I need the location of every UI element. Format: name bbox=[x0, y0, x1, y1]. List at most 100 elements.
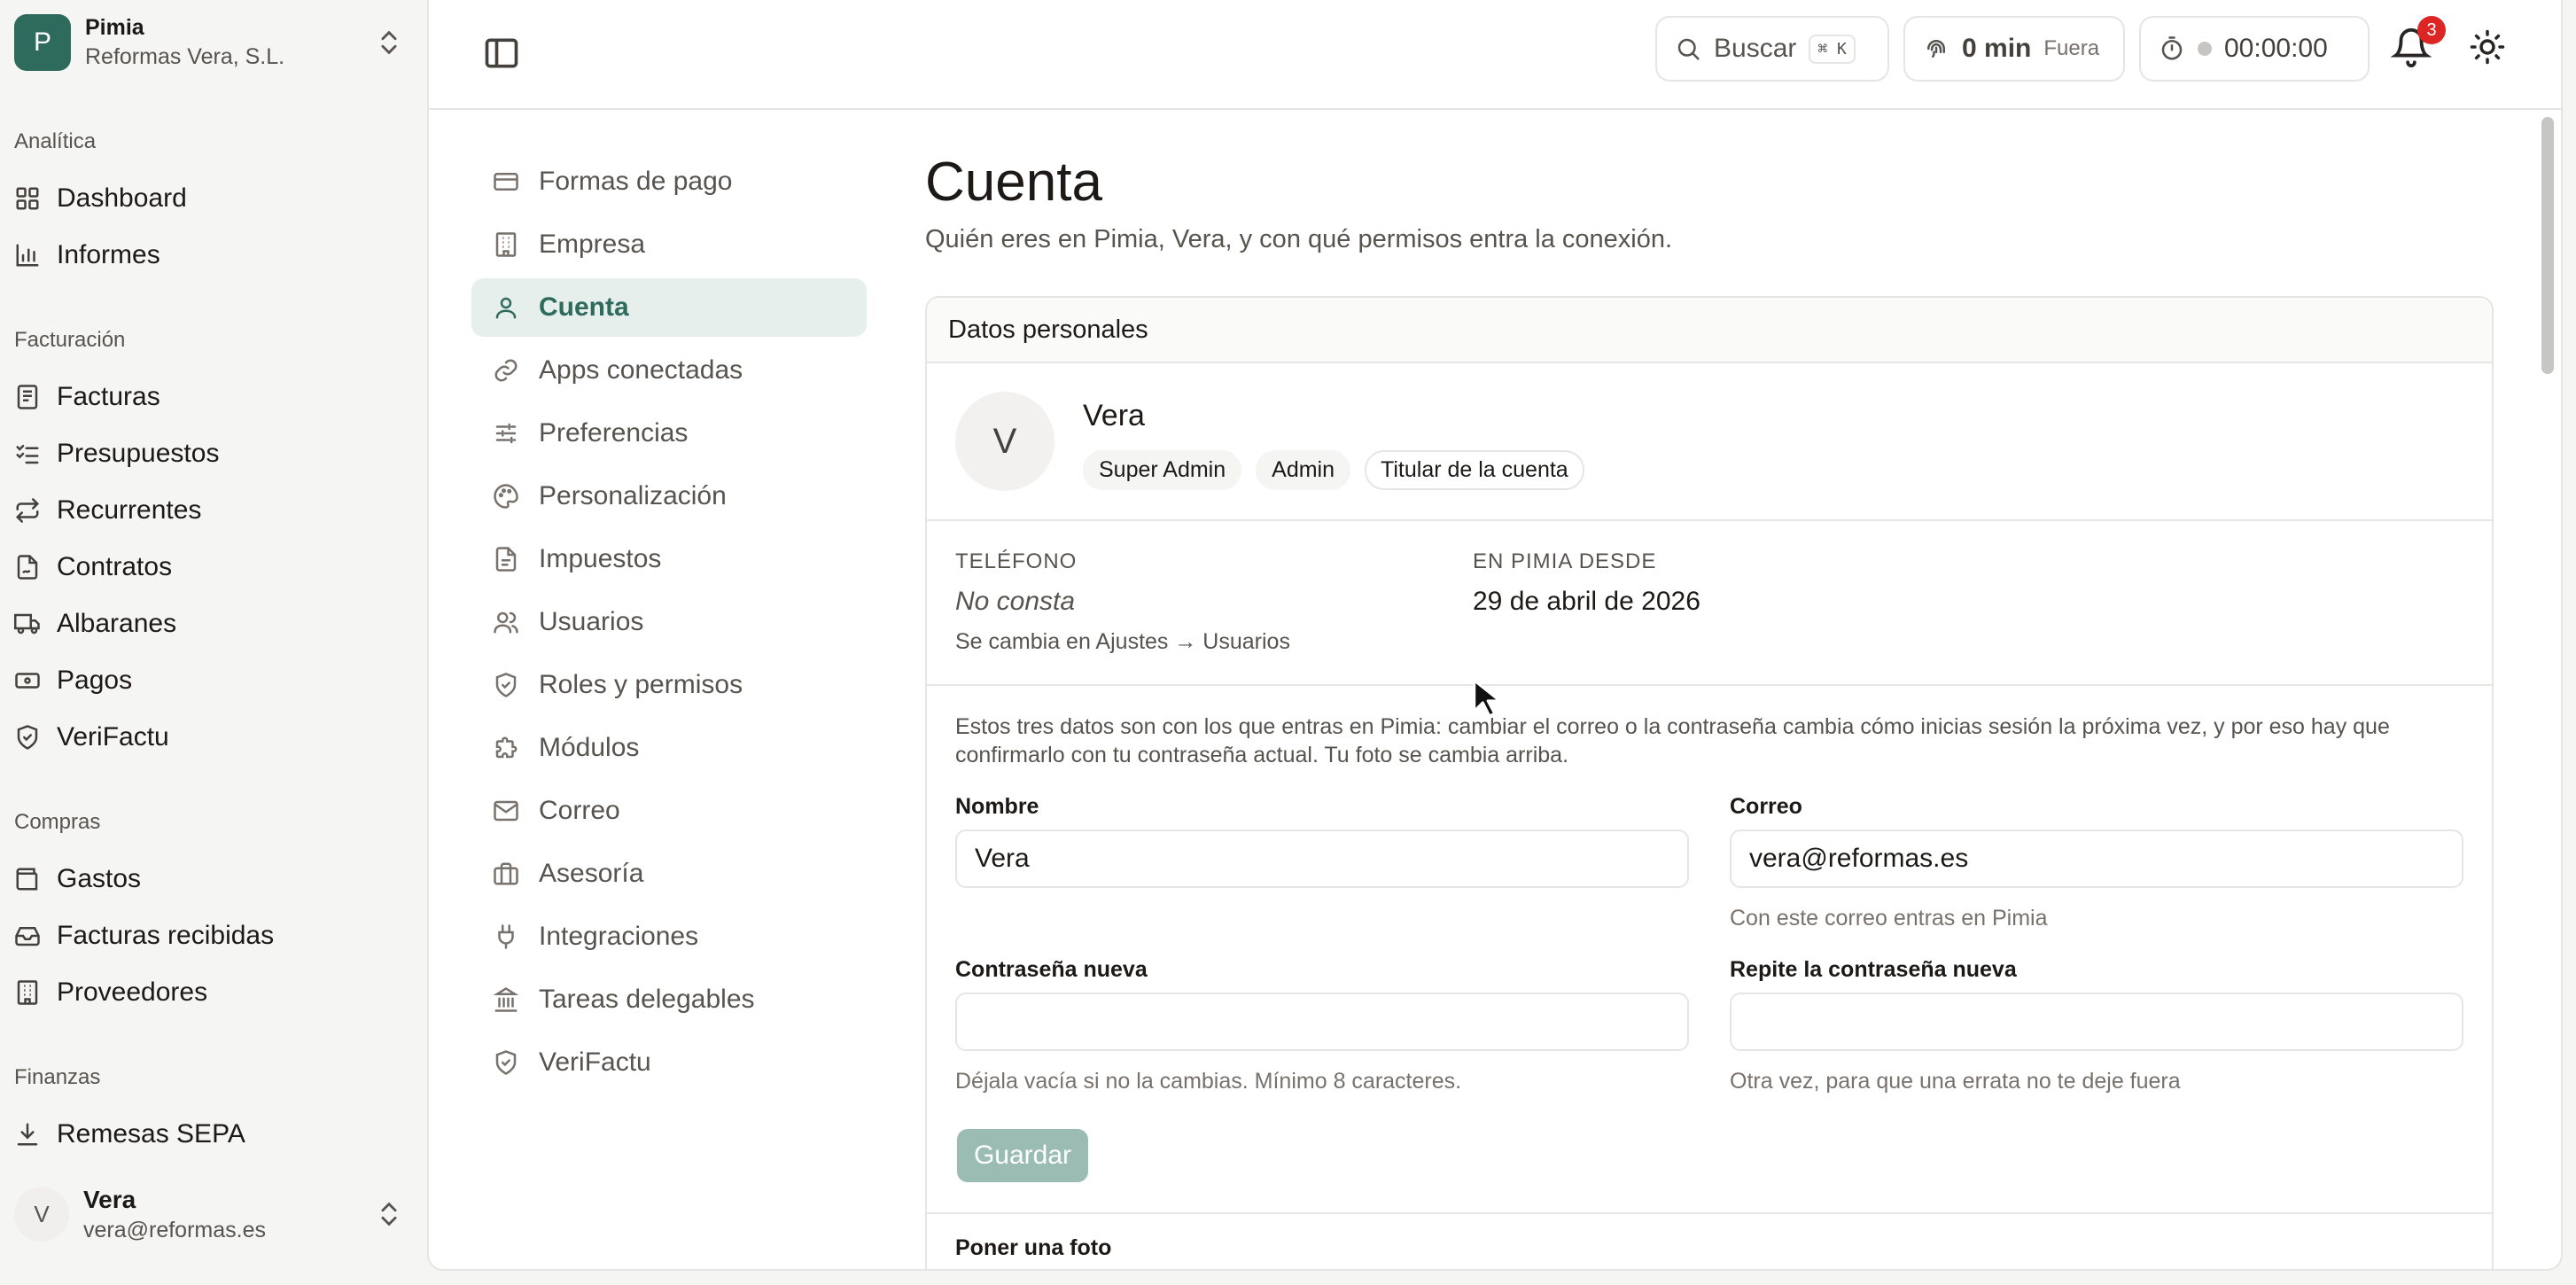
form-intro: Estos tres datos son con los que entras … bbox=[955, 714, 2390, 767]
panel-left-icon[interactable] bbox=[482, 34, 521, 73]
chevrons-up-down-icon bbox=[381, 30, 397, 55]
sidebar-item-albaranes[interactable]: Albaranes bbox=[14, 601, 404, 647]
sidebar-item-informes[interactable]: Informes bbox=[14, 232, 404, 278]
save-button[interactable]: Guardar bbox=[957, 1129, 1088, 1182]
phone-value: No consta bbox=[955, 587, 1076, 616]
sidebar-item-recurrentes[interactable]: Recurrentes bbox=[14, 487, 404, 533]
sidebar-item-facturas-recibidas[interactable]: Facturas recibidas bbox=[14, 913, 404, 959]
page-subtitle: Quién eres en Pimia, Vera, y con qué per… bbox=[925, 225, 1673, 253]
password-label: Contraseña nueva bbox=[955, 957, 1148, 982]
settings-item-asesoria[interactable]: Asesoría bbox=[471, 845, 867, 903]
search-button[interactable]: Buscar ⌘ K bbox=[1655, 16, 1889, 82]
settings-item-modulos[interactable]: Módulos bbox=[471, 719, 867, 777]
sidebar-item-presupuestos[interactable]: Presupuestos bbox=[14, 431, 404, 477]
nav-section-analitica: Analítica bbox=[14, 129, 97, 153]
settings-item-cuenta[interactable]: Cuenta bbox=[471, 278, 867, 337]
settings-item-formas-de-pago[interactable]: Formas de pago bbox=[471, 152, 867, 211]
sidebar-item-label: Contratos bbox=[57, 552, 173, 581]
sidebar-item-facturas[interactable]: Facturas bbox=[14, 374, 404, 420]
download-icon bbox=[17, 1123, 38, 1146]
sidebar-item-label: Proveedores bbox=[57, 977, 208, 1007]
scrollbar-thumb[interactable] bbox=[2541, 117, 2554, 374]
settings-item-label: Cuenta bbox=[539, 292, 629, 322]
email-field[interactable] bbox=[1730, 829, 2463, 888]
file-signature-icon bbox=[17, 555, 38, 580]
settings-item-label: Apps conectadas bbox=[539, 355, 743, 385]
name-field[interactable] bbox=[955, 829, 1689, 888]
settings-item-personalizacion[interactable]: Personalización bbox=[471, 467, 867, 526]
plug-icon bbox=[498, 924, 514, 949]
sidebar-item-verifactu[interactable]: VeriFactu bbox=[14, 714, 404, 760]
app-sidebar: P Pimia Reformas Vera, S.L. Analítica Da… bbox=[0, 0, 425, 1285]
settings-item-label: Preferencias bbox=[539, 418, 689, 448]
sidebar-item-label: Presupuestos bbox=[57, 439, 220, 468]
list-checks-icon bbox=[16, 445, 39, 464]
main-panel: Buscar ⌘ K 0 min Fuera 00:00:00 3 Formas… bbox=[427, 0, 2563, 1271]
sidebar-item-remesas-sepa[interactable]: Remesas SEPA bbox=[14, 1111, 404, 1157]
page-title: Cuenta bbox=[925, 152, 1102, 213]
wallet-icon bbox=[16, 868, 38, 891]
settings-item-correo[interactable]: Correo bbox=[471, 782, 867, 840]
landmark-icon bbox=[493, 987, 519, 1012]
sun-icon[interactable] bbox=[2469, 28, 2506, 66]
stopwatch-icon bbox=[2161, 36, 2183, 60]
password-hint: Déjala vacía si no la cambias. Mínimo 8 … bbox=[955, 1069, 1462, 1094]
repeat-password-hint: Otra vez, para que una errata no te deje… bbox=[1730, 1069, 2181, 1094]
chevrons-up-down-icon bbox=[381, 1202, 397, 1227]
settings-item-label: Personalización bbox=[539, 481, 727, 510]
truck-icon bbox=[14, 613, 40, 635]
avatar: V bbox=[14, 1187, 69, 1242]
settings-item-empresa[interactable]: Empresa bbox=[471, 215, 867, 274]
settings-item-usuarios[interactable]: Usuarios bbox=[471, 593, 867, 651]
mail-icon bbox=[494, 800, 518, 822]
shield-check-icon bbox=[17, 725, 38, 750]
settings-item-label: Tareas delegables bbox=[539, 985, 755, 1014]
settings-item-tareas-delegables[interactable]: Tareas delegables bbox=[471, 970, 867, 1029]
settings-item-label: Usuarios bbox=[539, 607, 644, 636]
presence-status: Fuera bbox=[2043, 36, 2100, 60]
settings-item-label: Formas de pago bbox=[539, 167, 733, 196]
layout-grid-icon bbox=[16, 187, 39, 210]
settings-item-preferencias[interactable]: Preferencias bbox=[471, 404, 867, 463]
user-menu[interactable]: V Vera vera@reformas.es bbox=[14, 1182, 404, 1246]
settings-item-label: VeriFactu bbox=[539, 1047, 651, 1077]
role-badges: Super Admin Admin Titular de la cuenta bbox=[1083, 450, 1584, 490]
org-logo: P bbox=[14, 14, 71, 71]
org-switcher[interactable]: P Pimia Reformas Vera, S.L. bbox=[14, 12, 404, 73]
repeat-password-field[interactable] bbox=[1730, 993, 2463, 1051]
sidebar-item-label: Remesas SEPA bbox=[57, 1119, 245, 1149]
settings-item-impuestos[interactable]: Impuestos bbox=[471, 530, 867, 588]
sidebar-item-label: Dashboard bbox=[57, 183, 187, 213]
personal-data-card: Datos personales V Vera Super Admin Admi… bbox=[925, 296, 2494, 1269]
sidebar-item-dashboard[interactable]: Dashboard bbox=[14, 175, 404, 222]
settings-item-integraciones[interactable]: Integraciones bbox=[471, 907, 867, 966]
sidebar-item-proveedores[interactable]: Proveedores bbox=[14, 970, 404, 1016]
photo-section: Poner una foto bbox=[927, 1214, 2492, 1269]
org-name: Pimia bbox=[85, 15, 144, 40]
sidebar-item-label: Informes bbox=[57, 240, 160, 269]
settings-item-roles-y-permisos[interactable]: Roles y permisos bbox=[471, 656, 867, 714]
photo-title: Poner una foto bbox=[955, 1235, 1112, 1260]
sliders-icon bbox=[495, 423, 517, 444]
settings-item-label: Empresa bbox=[539, 230, 646, 259]
settings-item-verifactu[interactable]: VeriFactu bbox=[471, 1033, 867, 1092]
presence-time: 0 min bbox=[1962, 34, 2032, 63]
credit-card-icon bbox=[494, 173, 518, 191]
building-icon bbox=[17, 980, 38, 1005]
sidebar-item-gastos[interactable]: Gastos bbox=[14, 856, 404, 902]
password-field[interactable] bbox=[955, 993, 1689, 1051]
briefcase-icon bbox=[494, 862, 518, 885]
repeat-icon bbox=[15, 498, 40, 523]
sidebar-item-pagos[interactable]: Pagos bbox=[14, 658, 404, 704]
timer-value: 00:00:00 bbox=[2224, 34, 2328, 63]
avatar: V bbox=[955, 392, 1055, 491]
presence-button[interactable]: 0 min Fuera bbox=[1903, 16, 2125, 82]
timer-button[interactable]: 00:00:00 bbox=[2139, 16, 2370, 82]
sidebar-item-label: Gastos bbox=[57, 864, 142, 893]
profile-name: Vera bbox=[1083, 399, 1145, 432]
sidebar-item-contratos[interactable]: Contratos bbox=[14, 544, 404, 590]
phone-hint: Se cambia en Ajustes → Usuarios bbox=[955, 629, 1290, 654]
sidebar-item-label: Recurrentes bbox=[57, 495, 202, 525]
settings-item-apps-conectadas[interactable]: Apps conectadas bbox=[471, 341, 867, 400]
user-name: Vera bbox=[83, 1185, 136, 1213]
